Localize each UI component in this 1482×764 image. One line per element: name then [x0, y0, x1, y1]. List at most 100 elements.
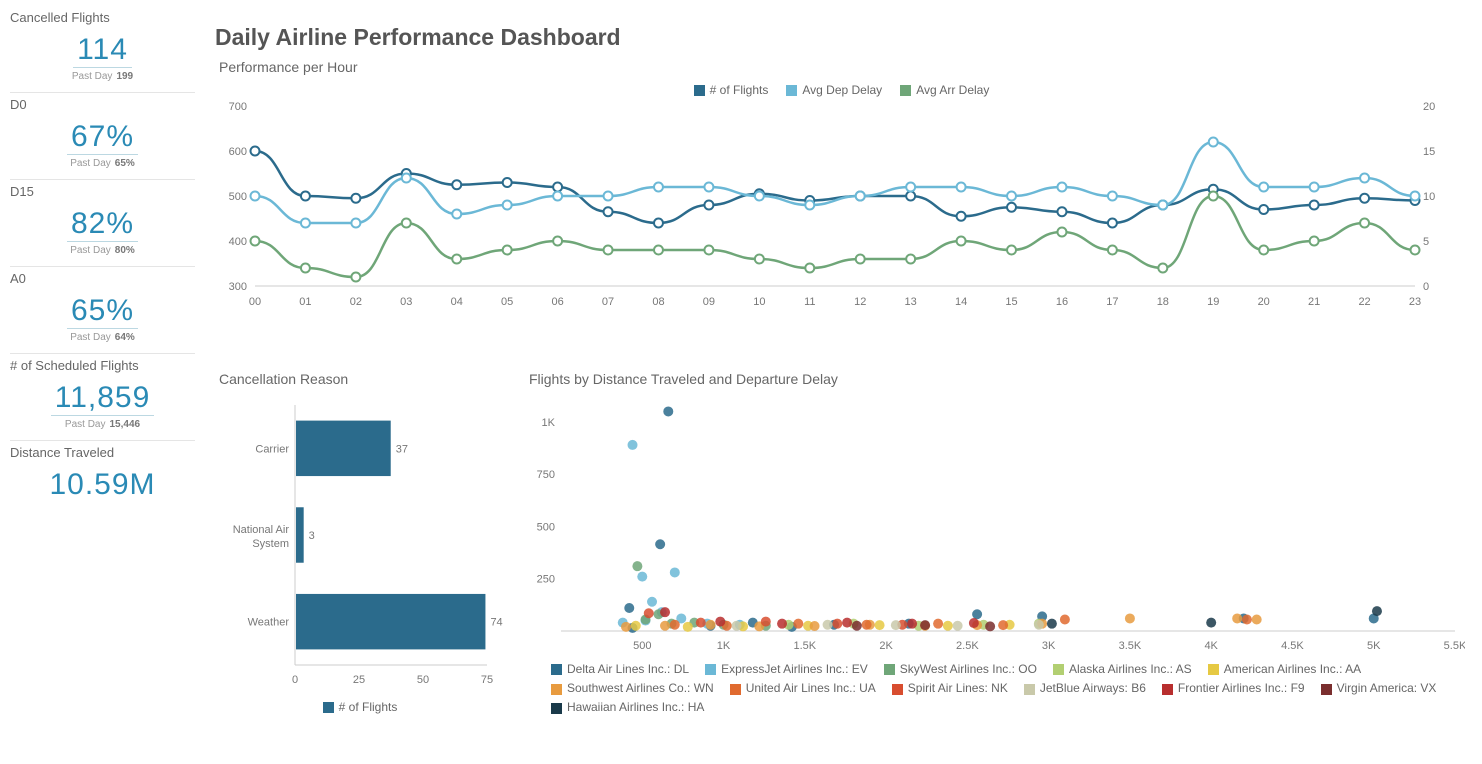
- svg-text:National Air: National Air: [233, 524, 290, 536]
- scatter-chart-title: Flights by Distance Traveled and Departu…: [529, 371, 1468, 387]
- svg-text:2K: 2K: [879, 640, 893, 652]
- kpi-card[interactable]: # of Scheduled Flights 11,859 Past Day15…: [10, 354, 195, 441]
- svg-text:500: 500: [537, 521, 555, 533]
- kpi-sub: Past Day64%: [10, 332, 195, 343]
- cancel-legend: # of Flights: [339, 700, 398, 714]
- svg-text:Weather: Weather: [248, 617, 290, 629]
- svg-text:23: 23: [1409, 296, 1421, 308]
- legend-item[interactable]: JetBlue Airways: B6: [1024, 681, 1146, 695]
- legend-item[interactable]: Hawaiian Airlines Inc.: HA: [551, 700, 704, 714]
- legend-item[interactable]: Avg Dep Delay: [786, 83, 882, 97]
- svg-text:10: 10: [1423, 191, 1435, 203]
- svg-text:1K: 1K: [717, 640, 731, 652]
- legend-item[interactable]: SkyWest Airlines Inc.: OO: [884, 662, 1037, 676]
- svg-text:05: 05: [501, 296, 513, 308]
- legend-item[interactable]: # of Flights: [694, 83, 769, 97]
- svg-text:3.5K: 3.5K: [1119, 640, 1142, 652]
- kpi-title: D0: [10, 97, 195, 112]
- svg-text:4.5K: 4.5K: [1281, 640, 1304, 652]
- svg-text:10: 10: [753, 296, 765, 308]
- svg-text:06: 06: [551, 296, 563, 308]
- legend-item[interactable]: Avg Arr Delay: [900, 83, 989, 97]
- svg-text:500: 500: [633, 640, 651, 652]
- svg-text:01: 01: [299, 296, 311, 308]
- kpi-card[interactable]: Cancelled Flights 114 Past Day199: [10, 6, 195, 93]
- svg-text:09: 09: [703, 296, 715, 308]
- kpi-card[interactable]: A0 65% Past Day64%: [10, 267, 195, 354]
- svg-text:5K: 5K: [1367, 640, 1381, 652]
- svg-text:2.5K: 2.5K: [956, 640, 979, 652]
- scatter-chart[interactable]: 2505007501K5001K1.5K2K2.5K3K3.5K4K4.5K5K…: [525, 395, 1465, 655]
- svg-text:15: 15: [1423, 146, 1435, 158]
- svg-text:System: System: [252, 538, 289, 550]
- legend-item[interactable]: Alaska Airlines Inc.: AS: [1053, 662, 1192, 676]
- svg-text:12: 12: [854, 296, 866, 308]
- svg-text:04: 04: [451, 296, 463, 308]
- legend-item[interactable]: American Airlines Inc.: AA: [1208, 662, 1361, 676]
- svg-text:0: 0: [292, 674, 298, 686]
- kpi-title: # of Scheduled Flights: [10, 358, 195, 373]
- cancel-chart-panel: Cancellation Reason 0255075Carrier37Nati…: [215, 367, 505, 718]
- kpi-title: Distance Traveled: [10, 445, 195, 460]
- dashboard: Cancelled Flights 114 Past Day199D0 67% …: [0, 0, 1482, 764]
- svg-text:18: 18: [1157, 296, 1169, 308]
- svg-text:20: 20: [1258, 296, 1270, 308]
- kpi-value: 65%: [67, 294, 138, 329]
- svg-text:37: 37: [396, 443, 408, 455]
- svg-text:19: 19: [1207, 296, 1219, 308]
- svg-text:500: 500: [229, 191, 247, 203]
- kpi-value: 10.59M: [49, 468, 155, 501]
- scatter-chart-panel: Flights by Distance Traveled and Departu…: [525, 367, 1468, 718]
- kpi-sub: Past Day65%: [10, 158, 195, 169]
- svg-text:0: 0: [1423, 281, 1429, 293]
- svg-text:Carrier: Carrier: [255, 443, 289, 455]
- svg-text:400: 400: [229, 236, 247, 248]
- legend-item[interactable]: Southwest Airlines Co.: WN: [551, 681, 714, 695]
- legend-item[interactable]: Spirit Air Lines: NK: [892, 681, 1008, 695]
- svg-text:3: 3: [309, 530, 315, 542]
- legend-item[interactable]: Frontier Airlines Inc.: F9: [1162, 681, 1305, 695]
- svg-text:1.5K: 1.5K: [793, 640, 816, 652]
- page-title: Daily Airline Performance Dashboard: [215, 24, 1468, 51]
- kpi-value: 11,859: [51, 381, 155, 416]
- kpi-title: D15: [10, 184, 195, 199]
- svg-text:4K: 4K: [1204, 640, 1218, 652]
- svg-text:600: 600: [229, 146, 247, 158]
- svg-text:16: 16: [1056, 296, 1068, 308]
- svg-text:300: 300: [229, 281, 247, 293]
- svg-text:75: 75: [481, 674, 493, 686]
- svg-text:13: 13: [905, 296, 917, 308]
- svg-text:00: 00: [249, 296, 261, 308]
- perf-chart-title: Performance per Hour: [219, 59, 1468, 75]
- svg-text:1K: 1K: [542, 417, 556, 429]
- kpi-value: 114: [73, 33, 132, 68]
- kpi-sub: Past Day15,446: [10, 419, 195, 430]
- svg-text:50: 50: [417, 674, 429, 686]
- kpi-value: 82%: [67, 207, 138, 242]
- svg-text:700: 700: [229, 101, 247, 113]
- cancel-chart[interactable]: 0255075Carrier37National AirSystem3Weath…: [215, 395, 505, 695]
- kpi-card[interactable]: D15 82% Past Day80%: [10, 180, 195, 267]
- legend-item[interactable]: ExpressJet Airlines Inc.: EV: [705, 662, 868, 676]
- legend-item[interactable]: Virgin America: VX: [1321, 681, 1437, 695]
- perf-chart[interactable]: 3004005006007000510152000010203040506070…: [215, 101, 1468, 361]
- svg-text:20: 20: [1423, 101, 1435, 113]
- kpi-card[interactable]: Distance Traveled 10.59M: [10, 441, 195, 512]
- main-area: Daily Airline Performance Dashboard Perf…: [205, 0, 1482, 764]
- kpi-title: A0: [10, 271, 195, 286]
- svg-text:11: 11: [804, 296, 815, 308]
- svg-text:14: 14: [955, 296, 967, 308]
- scatter-legend: Delta Air Lines Inc.: DL ExpressJet Airli…: [525, 660, 1468, 718]
- svg-text:17: 17: [1106, 296, 1118, 308]
- kpi-card[interactable]: D0 67% Past Day65%: [10, 93, 195, 180]
- svg-text:3K: 3K: [1042, 640, 1056, 652]
- svg-text:08: 08: [652, 296, 664, 308]
- legend-item[interactable]: Delta Air Lines Inc.: DL: [551, 662, 689, 676]
- svg-text:15: 15: [1005, 296, 1017, 308]
- svg-text:02: 02: [350, 296, 362, 308]
- kpi-sidebar: Cancelled Flights 114 Past Day199D0 67% …: [0, 0, 205, 764]
- svg-text:5.5K: 5.5K: [1444, 640, 1465, 652]
- svg-text:5: 5: [1423, 236, 1429, 248]
- svg-text:07: 07: [602, 296, 614, 308]
- legend-item[interactable]: United Air Lines Inc.: UA: [730, 681, 876, 695]
